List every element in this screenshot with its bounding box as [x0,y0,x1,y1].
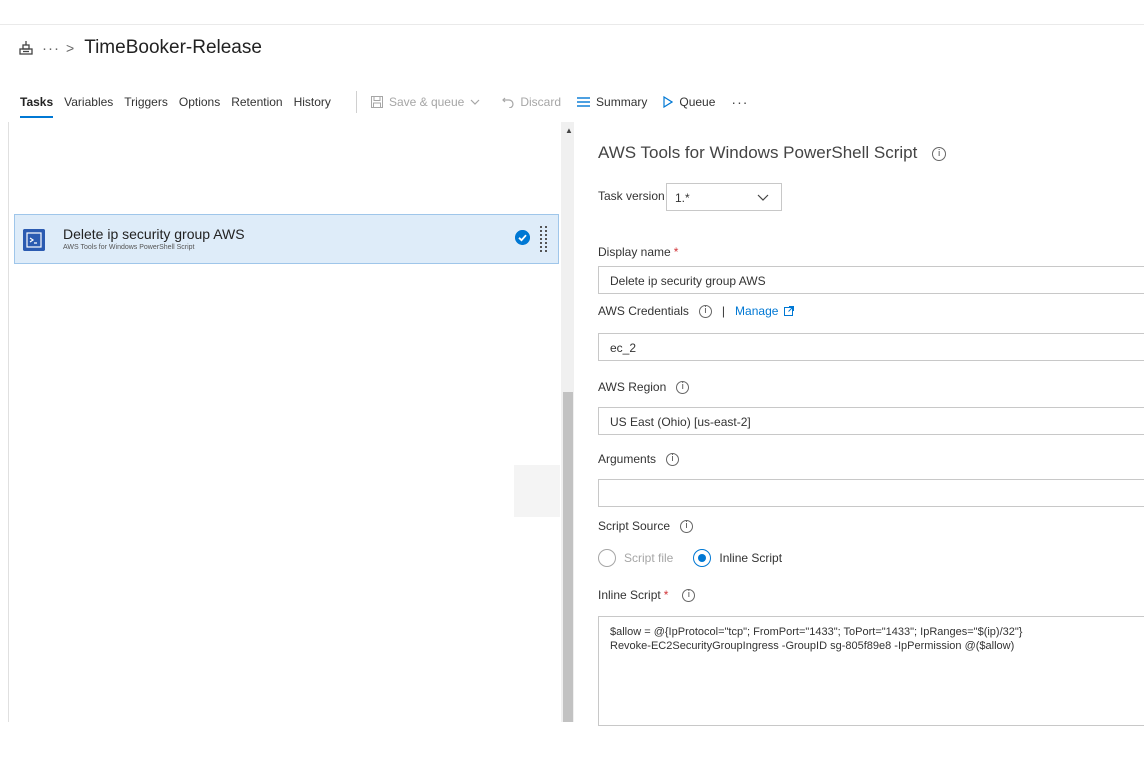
summary-label: Summary [596,95,648,109]
info-icon[interactable]: i [932,146,947,161]
task-version-value: 1.* [675,191,690,205]
inline-script-editor[interactable]: $allow = @{IpProtocol="tcp"; FromPort="1… [598,616,1144,726]
queue-button[interactable]: Queue [663,95,715,109]
manage-link[interactable]: Manage [735,304,778,318]
aws-credentials-label-text: AWS Credentials [598,304,689,318]
script-line: Revoke-EC2SecurityGroupIngress -GroupID … [610,640,1015,652]
tab-options[interactable]: Options [179,95,220,109]
hover-shade [514,465,560,517]
task-item-name: Delete ip security group AWS [63,226,245,242]
discard-button[interactable]: Discard [502,95,561,109]
panel-title: AWS Tools for Windows PowerShell Script … [598,143,947,163]
script-file-radio[interactable] [598,549,616,567]
required-marker: * [663,588,669,602]
info-icon[interactable]: i [698,304,712,318]
toolbar-divider [355,91,357,113]
task-version-label: Task version [598,189,665,203]
scroll-up-arrow-icon[interactable]: ▲ [565,126,573,135]
external-link-icon[interactable] [784,306,795,316]
breadcrumb: ··· > TimeBooker-Release [18,36,262,60]
display-name-field[interactable]: Delete ip security group AWS [598,266,1144,294]
inline-script-option-label[interactable]: Inline Script [719,551,782,565]
inline-script-label-text: Inline Script [598,588,661,602]
page-title: TimeBooker-Release [84,37,262,58]
tab-retention[interactable]: Retention [231,95,282,109]
queue-label: Queue [679,95,716,109]
task-item-subtitle: AWS Tools for Windows PowerShell Script [63,244,195,251]
list-icon [577,97,591,107]
drag-handle-icon[interactable] [540,225,548,255]
more-actions-button[interactable]: ··· [731,94,748,110]
info-icon[interactable]: i [676,380,690,394]
script-file-label[interactable]: Script file [624,551,673,565]
aws-region-label-text: AWS Region [598,380,667,394]
save-queue-button[interactable]: Save & queue [370,95,486,109]
undo-icon [502,97,514,108]
save-icon [370,96,383,108]
chevron-down-icon [470,99,480,105]
tab-history[interactable]: History [294,95,331,109]
aws-region-field[interactable]: US East (Ohio) [us-east-2] [598,407,1144,435]
inline-script-label: Inline Script * i [598,588,696,602]
tab-triggers[interactable]: Triggers [124,95,168,109]
info-icon[interactable]: i [680,519,694,533]
chevron-down-icon [757,194,769,201]
tab-variables[interactable]: Variables [64,95,113,109]
discard-label: Discard [520,95,562,109]
info-icon[interactable]: i [682,588,696,602]
task-version-select[interactable]: 1.* [666,183,782,211]
arguments-label-text: Arguments [598,452,657,466]
required-marker: * [673,245,679,259]
script-source-label-text: Script Source [598,519,671,533]
script-source-label: Script Source i [598,519,694,533]
panel-title-text: AWS Tools for Windows PowerShell Script [598,143,918,162]
task-list-border [8,122,9,722]
aws-region-label: AWS Region i [598,380,690,394]
inline-script-radio[interactable] [693,549,712,567]
breadcrumb-separator: > [66,40,75,56]
aws-credentials-label: AWS Credentials i | Manage [598,304,795,318]
summary-button[interactable]: Summary [577,95,647,109]
manage-separator: | [721,304,726,318]
task-item-delete-ip-security-group[interactable]: Delete ip security group AWS AWS Tools f… [14,214,559,264]
play-icon [663,96,674,108]
info-icon[interactable]: i [666,452,680,466]
script-line: $allow = @{IpProtocol="tcp"; FromPort="1… [610,626,1023,638]
display-name-label: Display name * [598,245,678,259]
header-divider [0,24,1144,25]
task-list-panel [0,122,560,722]
tab-bar: Tasks Variables Triggers Options Retenti… [20,90,748,118]
breadcrumb-more-button[interactable]: ··· [42,40,60,57]
aws-credentials-field[interactable]: ec_2 [598,333,1144,361]
save-queue-label: Save & queue [388,95,465,109]
powershell-icon [23,229,45,251]
display-name-label-text: Display name [598,245,671,259]
release-pipeline-icon [19,41,33,55]
scrollbar-thumb[interactable] [563,392,573,722]
checkmark-circle-icon [515,230,530,245]
script-source-radio-group: Script file Inline Script [598,549,802,567]
arguments-label: Arguments i [598,452,680,466]
arguments-field[interactable] [598,479,1144,507]
task-version-label-text: Task version [598,189,665,203]
tab-tasks[interactable]: Tasks [20,95,54,118]
